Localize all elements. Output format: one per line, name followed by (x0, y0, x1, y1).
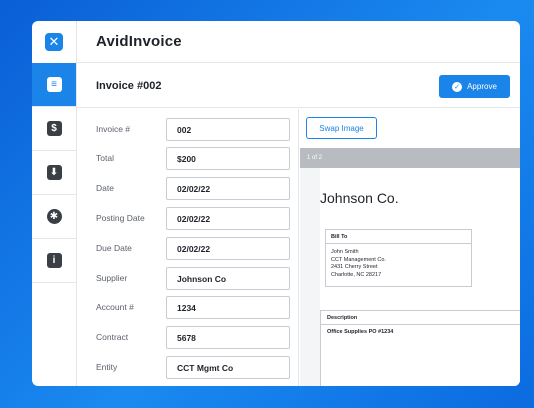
date-field[interactable]: 02/02/22 (166, 177, 290, 200)
total-label: Total (96, 153, 114, 163)
document-page: Johnson Co. Bill To John Smith CCT Manag… (320, 168, 520, 386)
invoice-number-field[interactable]: 002 (166, 118, 290, 141)
account-row: Account # 1234 (77, 296, 299, 319)
supplier-label: Supplier (96, 273, 128, 283)
contract-row: Contract 5678 (77, 326, 299, 349)
due-date-field[interactable]: 02/02/22 (166, 237, 290, 260)
invoice-icon: ≡ (46, 77, 62, 92)
app-window: ✕ ≡ $ ⬇ ✱ i AvidInvoice Invoice #002 ✓ A… (32, 21, 520, 386)
app-logo[interactable]: ✕ (32, 21, 76, 63)
posting-date-row: Posting Date 02/02/22 (77, 207, 299, 230)
sidebar-item-payments[interactable]: $ (32, 107, 76, 151)
description-line: Office Supplies PO #1234 (327, 329, 394, 335)
sidebar: ✕ ≡ $ ⬇ ✱ i (32, 21, 77, 386)
contract-label: Contract (96, 332, 129, 342)
bill-to-line: John Smith (331, 249, 359, 255)
check-icon: ✓ (452, 81, 463, 92)
settings-gear-icon: ✱ (46, 209, 62, 224)
entity-label: Entity (96, 362, 118, 372)
document-viewer: Swap Image 1 of 2 Johnson Co. Bill To Jo… (300, 109, 520, 386)
logo-x-icon: ✕ (45, 33, 63, 51)
invoice-number-label: Invoice # (96, 124, 131, 134)
account-field[interactable]: 1234 (166, 296, 290, 319)
sidebar-item-settings[interactable]: ✱ (32, 195, 76, 239)
invoice-header: Invoice #002 ✓ Approve (77, 64, 520, 108)
entity-row: Entity CCT Mgmt Co (77, 356, 299, 379)
sidebar-item-inbox[interactable]: ⬇ (32, 151, 76, 195)
bill-to-line: 2431 Cherry Street (331, 264, 378, 270)
date-label: Date (96, 183, 114, 193)
swap-image-button[interactable]: Swap Image (306, 117, 377, 139)
approve-button[interactable]: ✓ Approve (439, 75, 510, 98)
approve-label: Approve (467, 82, 497, 91)
contract-field[interactable]: 5678 (166, 326, 290, 349)
page-indicator-bar: 1 of 2 (300, 148, 520, 168)
due-date-row: Due Date 02/02/22 (77, 237, 299, 260)
bill-to-line: Charlotte, NC 28217 (331, 271, 382, 278)
document-company-name: Johnson Co. (320, 190, 399, 206)
dollar-icon: $ (46, 121, 62, 136)
bill-to-line: CCT Management Co. (331, 256, 386, 263)
invoice-number-row: Invoice # 002 (77, 118, 299, 141)
due-date-label: Due Date (96, 243, 132, 253)
date-row: Date 02/02/22 (77, 177, 299, 200)
posting-date-label: Posting Date (96, 213, 145, 223)
account-label: Account # (96, 302, 134, 312)
supplier-field[interactable]: Johnson Co (166, 267, 290, 290)
app-header: AvidInvoice (77, 21, 520, 63)
entity-field[interactable]: CCT Mgmt Co (166, 356, 290, 379)
bill-to-address: John Smith CCT Management Co. 2431 Cherr… (326, 244, 471, 279)
invoice-form: Invoice # 002 Total $200 Date 02/02/22 P… (77, 109, 299, 386)
document-preview[interactable]: Johnson Co. Bill To John Smith CCT Manag… (300, 168, 520, 386)
sidebar-item-info[interactable]: i (32, 239, 76, 283)
page-indicator: 1 of 2 (307, 155, 323, 161)
invoice-title: Invoice #002 (96, 79, 162, 92)
bill-to-heading: Bill To (326, 230, 471, 244)
description-table: Description Office Supplies PO #1234 (320, 310, 520, 386)
bill-to-box: Bill To John Smith CCT Management Co. 24… (325, 229, 472, 287)
app-title: AvidInvoice (96, 33, 182, 50)
info-icon: i (46, 253, 62, 268)
total-row: Total $200 (77, 147, 299, 170)
posting-date-field[interactable]: 02/02/22 (166, 207, 290, 230)
description-heading: Description (321, 311, 520, 325)
total-field[interactable]: $200 (166, 147, 290, 170)
sidebar-item-invoices[interactable]: ≡ (32, 63, 76, 107)
inbox-download-icon: ⬇ (46, 165, 62, 180)
supplier-row: Supplier Johnson Co (77, 267, 299, 290)
